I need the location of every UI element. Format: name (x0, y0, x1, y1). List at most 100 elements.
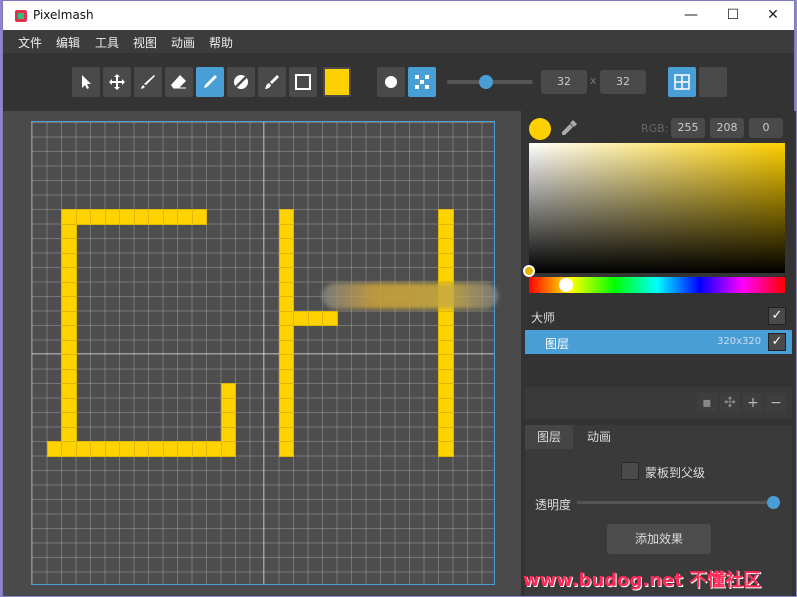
pixel-cell (278, 441, 294, 457)
select-arrow-icon[interactable] (72, 67, 100, 97)
pixel-cell (46, 441, 62, 457)
pixel-cell (438, 209, 454, 225)
master-visibility-checkbox[interactable]: ✓ (768, 307, 786, 325)
layer-name: 图层 (545, 337, 570, 351)
selected-color-swatch[interactable] (529, 118, 551, 140)
opacity-slider-thumb[interactable] (767, 496, 780, 509)
add-layer-button[interactable]: + (743, 393, 763, 413)
menu-help[interactable]: 帮助 (209, 34, 233, 51)
maximize-button[interactable]: ☐ (713, 1, 753, 30)
pixel-cell (438, 397, 454, 413)
toolbar: 32 x 32 (3, 53, 794, 111)
move-icon[interactable] (103, 67, 131, 97)
rgb-b-field[interactable]: 0 (749, 118, 783, 138)
layer-row-master[interactable]: 大师 ✓ (525, 304, 792, 328)
size-separator: x (590, 74, 597, 87)
remove-layer-button[interactable]: − (766, 393, 786, 413)
pixel-cell (61, 354, 77, 370)
app-logo-icon (15, 10, 27, 22)
pixel-cell (278, 354, 294, 370)
rectangle-icon[interactable] (289, 67, 317, 97)
pixel-cell (438, 426, 454, 442)
current-color-button[interactable] (323, 67, 351, 97)
pixel-cell (104, 209, 120, 225)
pixel-cell (177, 441, 193, 457)
pixel-cell (162, 209, 178, 225)
pixel-cell (220, 412, 236, 428)
pixel-canvas[interactable] (31, 121, 498, 585)
layer-size: 320x320 (717, 336, 762, 347)
pixel-cell (278, 296, 294, 312)
rgb-g-field[interactable]: 208 (710, 118, 744, 138)
pixel-cell (438, 339, 454, 355)
pixel-cell (278, 397, 294, 413)
grid-view-icon[interactable] (668, 67, 696, 97)
pixel-cell (322, 310, 338, 326)
pixel-cell (177, 209, 193, 225)
move-layer-icon[interactable]: ✣ (720, 393, 740, 413)
close-button[interactable]: ✕ (753, 1, 793, 30)
canvas-area[interactable] (3, 111, 521, 596)
rgb-r-field[interactable]: 255 (671, 118, 705, 138)
minimize-button[interactable]: — (671, 1, 711, 30)
sv-picker-handle[interactable] (523, 265, 535, 277)
duplicate-layer-icon[interactable]: ▪ (697, 393, 717, 413)
brush-size-thumb[interactable] (478, 75, 493, 89)
pixel-cell (438, 412, 454, 428)
pixel-cell (438, 267, 454, 283)
pixel-cell (61, 296, 77, 312)
mask-to-parent-checkbox[interactable] (621, 462, 639, 480)
canvas-height-field[interactable]: 32 (600, 70, 646, 94)
pixel-cell (61, 238, 77, 254)
canvas-width-field[interactable]: 32 (541, 70, 587, 94)
pixel-cell (220, 383, 236, 399)
hue-slider-thumb[interactable] (559, 278, 574, 292)
round-brush-icon[interactable] (377, 67, 405, 97)
tab-layer[interactable]: 图层 (525, 425, 573, 449)
pixel-cell (133, 441, 149, 457)
eyedropper-icon[interactable] (559, 118, 579, 141)
fill-icon[interactable] (227, 67, 255, 97)
menu-view[interactable]: 视图 (133, 34, 157, 51)
pixel-cell (133, 209, 149, 225)
pixel-cell (148, 209, 164, 225)
pixel-cell (278, 238, 294, 254)
pixel-cell (90, 209, 106, 225)
pixel-cell (119, 441, 135, 457)
pixel-cell (278, 281, 294, 297)
mask-to-parent-label: 蒙板到父级 (645, 466, 706, 480)
pixel-cell (278, 223, 294, 239)
pixel-cell (278, 209, 294, 225)
brush-size-slider[interactable] (447, 75, 533, 89)
pixel-cell (307, 310, 323, 326)
eraser-icon[interactable] (165, 67, 193, 97)
menu-bar: 文件 编辑 工具 视图 动画 帮助 (3, 30, 794, 53)
current-color-swatch (325, 69, 349, 95)
opacity-slider[interactable] (577, 496, 780, 509)
tab-animation[interactable]: 动画 (575, 425, 623, 449)
app-window: Pixelmash — ☐ ✕ 文件 编辑 工具 视图 动画 帮助 32 x 3… (2, 0, 796, 596)
pixel-cell (278, 383, 294, 399)
saturation-value-picker[interactable] (523, 143, 785, 277)
add-effect-button[interactable]: 添加效果 (607, 524, 711, 554)
pencil-icon[interactable] (196, 67, 224, 97)
title-bar: Pixelmash — ☐ ✕ (3, 1, 794, 30)
pixel-cell (61, 397, 77, 413)
pixel-cell (278, 339, 294, 355)
brush-icon[interactable] (134, 67, 162, 97)
menu-tools[interactable]: 工具 (95, 34, 119, 51)
layer-visibility-checkbox[interactable]: ✓ (768, 333, 786, 351)
smudge-icon[interactable] (258, 67, 286, 97)
pixel-cell (438, 441, 454, 457)
dither-brush-icon[interactable] (408, 67, 436, 97)
master-label: 大师 (531, 311, 556, 325)
menu-animation[interactable]: 动画 (171, 34, 195, 51)
single-view-icon[interactable] (699, 67, 727, 97)
menu-file[interactable]: 文件 (18, 34, 42, 51)
layer-row-selected[interactable]: 图层 320x320 ✓ (525, 330, 792, 354)
hue-slider[interactable] (529, 277, 785, 293)
pixel-cell (278, 252, 294, 268)
menu-edit[interactable]: 编辑 (56, 34, 80, 51)
pixel-cell (278, 325, 294, 341)
pixel-cell (220, 397, 236, 413)
